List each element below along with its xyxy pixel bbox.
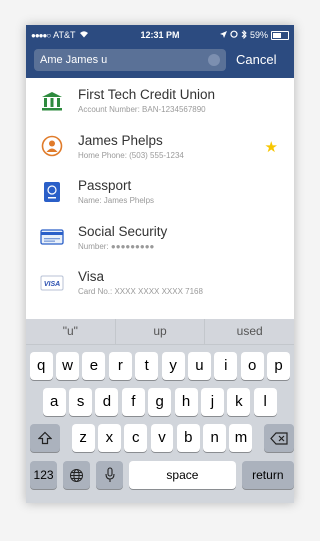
key-w[interactable]: w [56, 352, 80, 380]
item-subtitle: Number: ●●●●●●●●● [78, 241, 155, 251]
shift-key[interactable] [30, 424, 60, 452]
shift-icon [37, 429, 53, 446]
item-title: Visa [78, 269, 105, 285]
numbers-key[interactable]: 123 [30, 461, 58, 489]
bluetooth-icon [241, 29, 247, 41]
key-b[interactable]: b [176, 424, 200, 452]
clear-search-icon[interactable] [208, 53, 220, 66]
key-r[interactable]: r [108, 352, 132, 380]
space-key[interactable]: space [129, 461, 236, 489]
key-y[interactable]: y [161, 352, 185, 380]
dictation-key[interactable] [96, 461, 124, 489]
suggestion-3[interactable]: used [204, 319, 294, 344]
microphone-icon [104, 466, 116, 483]
item-subtitle: Home Phone: (503) 555-1234 [78, 150, 184, 160]
contact-icon [26, 135, 78, 157]
key-k[interactable]: k [227, 388, 251, 416]
search-input[interactable] [40, 53, 190, 66]
suggestion-1[interactable]: "u" [26, 319, 115, 344]
key-i[interactable]: i [214, 352, 238, 380]
key-a[interactable]: a [42, 388, 66, 416]
key-row-3: z x c v b n m [26, 424, 294, 452]
key-t[interactable]: t [135, 352, 159, 380]
key-z[interactable]: z [71, 424, 95, 452]
globe-key[interactable] [63, 461, 91, 489]
clock: 12:31 PM [140, 30, 180, 40]
key-f[interactable]: f [121, 388, 145, 416]
list-item[interactable]: VISA Visa Card No.: XXXX XXXX XXXX 7168 [26, 260, 294, 306]
search-bar: Cancel [26, 45, 294, 78]
list-item[interactable]: Passport Name: James Phelps [26, 169, 294, 215]
globe-icon [69, 466, 84, 483]
item-title: First Tech Credit Union [78, 87, 216, 103]
signal-icon: ●●●●○ [31, 30, 51, 40]
backspace-icon [270, 429, 288, 446]
item-subtitle: Card No.: XXXX XXXX XXXX 7168 [78, 287, 203, 297]
alarm-icon [230, 30, 238, 40]
svg-text:VISA: VISA [44, 281, 60, 288]
key-s[interactable]: s [69, 388, 93, 416]
phone-screen: ●●●●○ AT&T 12:31 PM 59% Ame James u Canc… [26, 25, 294, 503]
favorite-star-icon[interactable]: ★ [265, 138, 278, 156]
wifi-icon [79, 30, 89, 40]
item-title: Passport [78, 178, 132, 194]
key-q[interactable]: q [29, 352, 53, 380]
id-card-icon [26, 229, 78, 245]
keyboard: "u" up used q w e r t y u i o p a s d f … [26, 319, 294, 503]
suggestion-2[interactable]: up [114, 319, 205, 344]
passport-icon [26, 181, 78, 203]
list-item[interactable]: Social Security Number: ●●●●●●●●● [26, 215, 294, 261]
battery-percent: 59% [249, 30, 268, 40]
key-x[interactable]: x [97, 424, 121, 452]
key-o[interactable]: o [240, 352, 264, 380]
credit-card-icon: VISA [26, 275, 78, 291]
key-m[interactable]: m [229, 424, 253, 452]
key-h[interactable]: h [174, 388, 198, 416]
key-row-2: a s d f g h j k l [26, 388, 294, 416]
key-v[interactable]: v [150, 424, 174, 452]
key-e[interactable]: e [82, 352, 106, 380]
key-d[interactable]: d [95, 388, 119, 416]
predictive-bar: "u" up used [26, 319, 294, 345]
search-field[interactable] [34, 48, 226, 71]
item-subtitle: Account Number: BAN-1234567890 [78, 105, 206, 115]
status-bar: ●●●●○ AT&T 12:31 PM 59% [26, 25, 294, 45]
location-icon [219, 30, 227, 40]
carrier-label: AT&T [53, 30, 76, 40]
battery-icon [271, 30, 289, 40]
key-row-4: 123 space return [26, 461, 294, 489]
list-item[interactable]: First Tech Credit Union Account Number: … [26, 78, 294, 124]
key-c[interactable]: c [124, 424, 148, 452]
key-j[interactable]: j [200, 388, 224, 416]
item-title: James Phelps [78, 132, 163, 148]
bank-icon [26, 91, 78, 111]
header: ●●●●○ AT&T 12:31 PM 59% Ame James u Canc… [26, 25, 294, 78]
key-p[interactable]: p [267, 352, 291, 380]
key-row-1: q w e r t y u i o p [26, 352, 294, 380]
return-key[interactable]: return [241, 461, 294, 489]
key-l[interactable]: l [253, 388, 277, 416]
list-item[interactable]: James Phelps Home Phone: (503) 555-1234 … [26, 124, 294, 170]
item-subtitle: Name: James Phelps [78, 196, 155, 206]
item-title: Social Security [78, 223, 168, 239]
key-n[interactable]: n [203, 424, 227, 452]
results-list: First Tech Credit Union Account Number: … [26, 78, 294, 319]
cancel-button[interactable]: Cancel [236, 52, 276, 67]
key-g[interactable]: g [148, 388, 172, 416]
key-u[interactable]: u [187, 352, 211, 380]
delete-key[interactable] [264, 424, 294, 452]
